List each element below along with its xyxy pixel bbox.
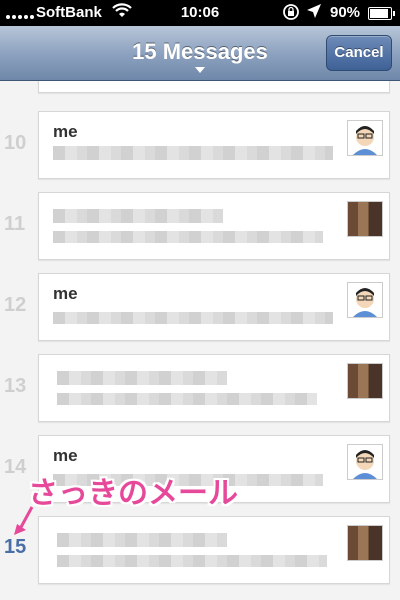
- photo-avatar: [347, 201, 383, 237]
- sender-redacted: [57, 533, 227, 547]
- cancel-button[interactable]: Cancel: [326, 35, 392, 71]
- chevron-down-icon[interactable]: [195, 67, 205, 73]
- photo-avatar: [347, 363, 383, 399]
- message-number: 11: [4, 213, 26, 235]
- list-item[interactable]: [38, 354, 390, 422]
- message-number: 15: [4, 536, 27, 558]
- sender-redacted: [57, 371, 227, 385]
- rotation-lock-icon: [282, 3, 300, 24]
- sender-name: me: [53, 122, 78, 141]
- list-item[interactable]: me: [38, 273, 390, 341]
- message-number: 10: [4, 132, 27, 154]
- cartoon-avatar-icon: [347, 282, 383, 318]
- message-preview-redacted: [53, 231, 323, 243]
- message-number: 13: [4, 375, 27, 397]
- message-preview-redacted: [53, 146, 333, 160]
- cartoon-avatar-icon: [347, 444, 383, 480]
- message-number: 12: [4, 294, 27, 316]
- message-preview-redacted: [53, 312, 333, 324]
- location-icon: [306, 3, 322, 22]
- list-item[interactable]: [38, 192, 390, 260]
- sender-name: me: [53, 446, 78, 465]
- annotation-arrow-icon: [14, 506, 34, 535]
- battery-icon: [368, 7, 395, 20]
- status-bar: SoftBank 10:06 90%: [0, 0, 400, 26]
- sender-redacted: [53, 209, 223, 223]
- message-preview-redacted: [57, 555, 327, 567]
- list-item[interactable]: me: [38, 111, 390, 179]
- message-preview-redacted: [57, 393, 317, 405]
- battery-percentage: 90%: [330, 4, 361, 21]
- list-item[interactable]: [38, 81, 390, 93]
- sender-name: me: [53, 284, 78, 303]
- navigation-bar: 15 Messages Cancel: [0, 26, 400, 81]
- message-list[interactable]: 10 me 11 12 me 13 14 me 15: [0, 81, 400, 600]
- list-item[interactable]: [38, 516, 390, 584]
- photo-avatar: [347, 525, 383, 561]
- annotation-label: さっきのメール: [28, 477, 238, 510]
- cartoon-avatar-icon: [347, 120, 383, 156]
